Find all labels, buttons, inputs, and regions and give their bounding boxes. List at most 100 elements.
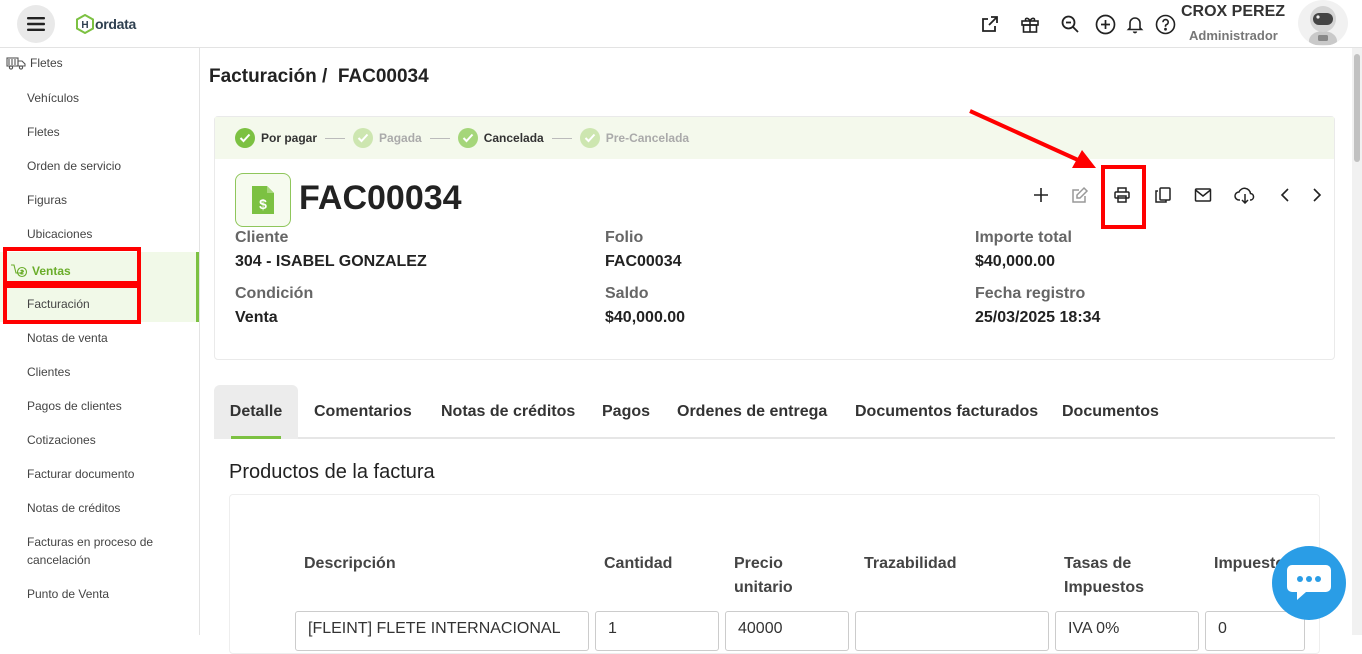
prev-icon[interactable] [1273, 183, 1297, 207]
breadcrumb-current: FAC00034 [337, 66, 429, 87]
truck-icon [6, 57, 26, 70]
annotation-box-print [1101, 165, 1146, 229]
check-icon [235, 128, 255, 148]
tab-documentos[interactable]: Documentos [1062, 385, 1159, 439]
scrollbar-thumb[interactable] [1354, 54, 1360, 162]
bell-icon[interactable] [1123, 12, 1147, 36]
row-tasas-select[interactable]: IVA 0% [1055, 611, 1199, 651]
sidebar-item-orden-servicio[interactable]: Orden de servicio [27, 159, 121, 174]
status-step-label: Por pagar [261, 131, 318, 145]
col-header-tasas-line1: Tasas de [1064, 555, 1132, 572]
gift-icon[interactable] [1018, 12, 1042, 36]
detail-tabs: Detalle Comentarios Notas de créditos Pa… [214, 385, 1335, 439]
brand-logo[interactable]: H ordata [76, 13, 136, 35]
next-icon[interactable] [1305, 183, 1329, 207]
tab-pagos[interactable]: Pagos [602, 385, 650, 439]
invoice-document-icon: $ [235, 173, 291, 227]
row-cantidad-input[interactable]: 1 [595, 611, 719, 651]
sidebar-item-cotizaciones[interactable]: Cotizaciones [27, 433, 96, 448]
breadcrumb: Facturación / FAC00034 [209, 66, 429, 88]
page-scrollbar[interactable] [1352, 48, 1362, 635]
main-content: Facturación / FAC00034 Por pagar Pagada … [200, 48, 1352, 654]
sidebar-active-indicator [196, 252, 199, 322]
chat-widget-button[interactable] [1272, 546, 1346, 620]
tab-label: Detalle [229, 403, 283, 420]
astronaut-avatar-icon [1309, 6, 1337, 45]
status-step-pagada[interactable]: Pagada [353, 128, 422, 148]
status-step-cancelada[interactable]: Cancelada [457, 128, 544, 148]
col-header-precio-line1: Precio [734, 555, 783, 572]
top-bar: H ordata CROX PEREZ Administrador [0, 0, 1362, 48]
tab-detalle[interactable]: Detalle [214, 385, 298, 439]
copy-icon[interactable] [1151, 183, 1175, 207]
tab-documentos-facturados[interactable]: Documentos facturados [855, 385, 1038, 439]
invoice-card: Por pagar Pagada Cancelada Pre-Cancelada… [214, 116, 1335, 360]
col-header-trazabilidad: Trazabilidad [864, 555, 957, 572]
cliente-label: Cliente [235, 229, 289, 246]
sidebar-item-facturas-cancelacion[interactable]: Facturas en proceso de cancelación [27, 535, 153, 568]
importe-total-value: $40,000.00 [975, 253, 1056, 270]
sidebar-item-pagos-clientes[interactable]: Pagos de clientes [27, 399, 122, 414]
check-icon [579, 128, 600, 148]
sidebar-item-facturas-cancelacion-line1: Facturas en proceso de [27, 535, 154, 549]
saldo-value: $40,000.00 [605, 309, 686, 326]
step-separator [429, 137, 450, 139]
annotation-box-ventas [3, 247, 141, 285]
row-impuestos-input[interactable]: 0 [1205, 611, 1305, 651]
status-step-label: Pagada [379, 131, 422, 145]
sidebar-item-clientes[interactable]: Clientes [27, 365, 70, 380]
importe-total-label: Importe total [975, 229, 1072, 246]
add-icon[interactable] [1029, 183, 1053, 207]
breadcrumb-parent[interactable]: Facturación [209, 66, 317, 87]
logo-letter: H [81, 20, 88, 31]
external-link-icon[interactable] [978, 12, 1002, 36]
hamburger-menu-button[interactable] [17, 5, 55, 43]
tab-ordenes-entrega[interactable]: Ordenes de entrega [677, 385, 827, 439]
cliente-value: 304 - ISABEL GONZALEZ [235, 253, 427, 270]
svg-text:$: $ [259, 196, 267, 212]
sidebar-header-label: Fletes [30, 56, 63, 70]
step-separator [551, 137, 572, 139]
sidebar-item-notas-venta[interactable]: Notas de venta [27, 331, 108, 346]
cloud-download-icon[interactable] [1233, 183, 1257, 207]
sidebar-item-figuras[interactable]: Figuras [27, 193, 67, 208]
check-icon [353, 128, 374, 148]
edit-icon[interactable] [1068, 183, 1092, 207]
fecha-registro-value: 25/03/2025 18:34 [975, 309, 1101, 326]
logo-hexagon-icon: H [76, 14, 94, 34]
status-step-por-pagar[interactable]: Por pagar [235, 128, 317, 148]
sidebar-header-fletes[interactable]: Fletes [6, 56, 63, 70]
tab-comentarios[interactable]: Comentarios [314, 385, 412, 439]
sidebar-item-punto-venta[interactable]: Punto de Venta [27, 587, 109, 602]
status-step-pre-cancelada[interactable]: Pre-Cancelada [579, 128, 689, 148]
sidebar-item-notas-creditos[interactable]: Notas de créditos [27, 501, 120, 516]
active-tab-indicator [231, 436, 281, 439]
chat-bubble-icon [1287, 565, 1331, 600]
col-header-precio-line2: unitario [734, 579, 793, 596]
plus-circle-icon[interactable] [1093, 12, 1117, 36]
brand-name: ordata [95, 16, 136, 32]
folio-value: FAC00034 [605, 253, 682, 270]
help-icon[interactable] [1153, 12, 1177, 36]
hamburger-icon [27, 17, 45, 31]
condicion-label: Condición [235, 285, 314, 302]
user-name[interactable]: CROX PEREZ [1181, 3, 1285, 21]
invoice-title: FAC00034 [299, 179, 462, 217]
sidebar-item-vehiculos[interactable]: Vehículos [27, 91, 79, 106]
products-section-title: Productos de la factura [229, 461, 435, 483]
sidebar-item-facturar-documento[interactable]: Facturar documento [27, 467, 134, 482]
col-header-descripcion: Descripción [304, 555, 396, 572]
sidebar-item-ubicaciones[interactable]: Ubicaciones [27, 227, 92, 242]
breadcrumb-separator: / [321, 66, 328, 87]
col-header-tasas-impuestos: Tasas de Impuestos [1064, 552, 1144, 600]
row-precio-input[interactable]: 40000 [725, 611, 849, 651]
mail-icon[interactable] [1191, 183, 1215, 207]
zoom-search-icon[interactable] [1058, 12, 1082, 36]
tab-notas-creditos[interactable]: Notas de créditos [441, 385, 575, 439]
condicion-value: Venta [235, 309, 278, 326]
row-trazabilidad-input[interactable] [855, 611, 1049, 651]
row-descripcion-input[interactable]: [FLEINT] FLETE INTERNACIONAL [295, 611, 589, 651]
user-avatar[interactable] [1298, 0, 1348, 46]
sidebar-item-fletes[interactable]: Fletes [27, 125, 60, 140]
status-steps: Por pagar Pagada Cancelada Pre-Cancelada [215, 117, 1334, 159]
